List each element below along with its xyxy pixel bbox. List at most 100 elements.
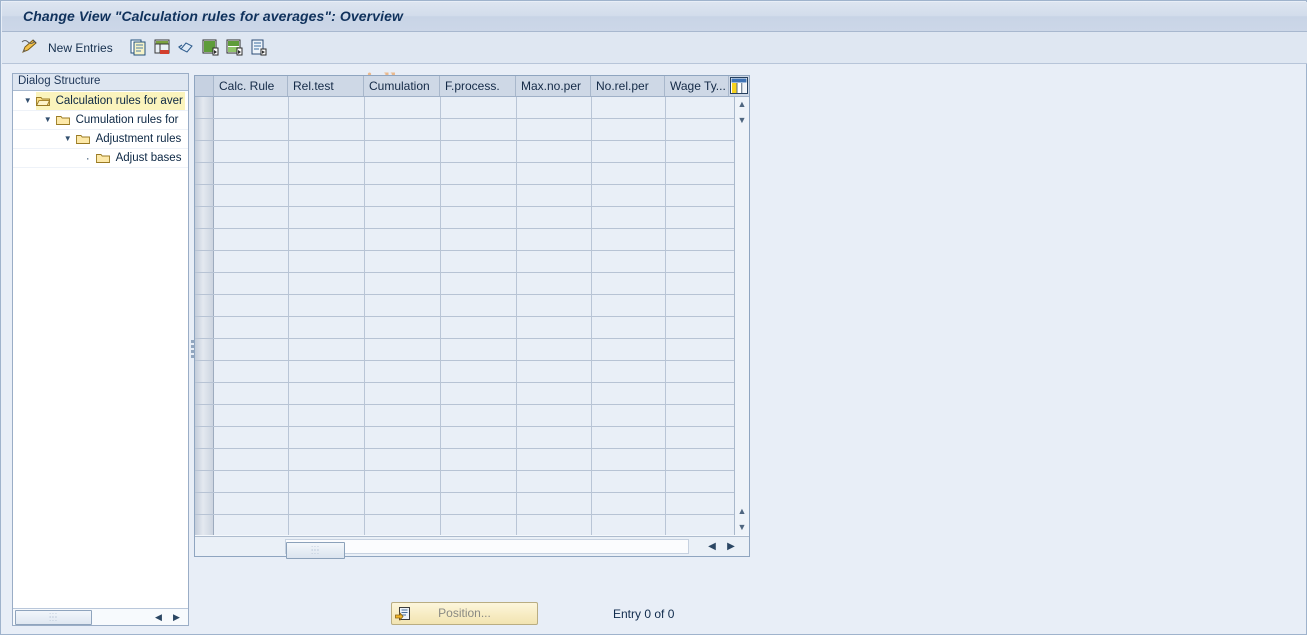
- column-header-rel-test[interactable]: Rel.test: [288, 76, 364, 96]
- table-row[interactable]: [195, 427, 749, 449]
- expander-icon[interactable]: ▼: [22, 92, 33, 110]
- row-select-button[interactable]: [195, 163, 214, 184]
- table-row[interactable]: [195, 97, 749, 119]
- copy-as-icon[interactable]: [129, 38, 148, 57]
- delete-row-icon[interactable]: [153, 38, 172, 57]
- row-select-button[interactable]: [195, 515, 214, 535]
- details-icon[interactable]: [249, 38, 268, 57]
- sidebar-item-adjustment-rules[interactable]: ▼ Adjustment rules: [13, 130, 188, 149]
- row-select-button[interactable]: [195, 141, 214, 162]
- table-row[interactable]: [195, 449, 749, 471]
- sidebar-item-cumulation-rules[interactable]: ▼ Cumulation rules for: [13, 111, 188, 130]
- sidebar-item-adjust-bases[interactable]: · Adjust bases: [13, 149, 188, 168]
- table-scroll-up-arrow[interactable]: ▲: [735, 97, 749, 112]
- new-entries-button[interactable]: New Entries: [48, 41, 113, 55]
- row-select-button[interactable]: [195, 405, 214, 426]
- row-select-button[interactable]: [195, 207, 214, 228]
- cell-divider: [516, 493, 517, 514]
- column-header-cumulation[interactable]: Cumulation: [364, 76, 440, 96]
- table-row[interactable]: [195, 207, 749, 229]
- table-row[interactable]: [195, 383, 749, 405]
- cell-divider: [364, 185, 365, 206]
- sidebar-scroll-right-arrow[interactable]: ▶: [171, 611, 182, 623]
- table-horizontal-scrollbar[interactable]: ◀ ▶ :::::: ◀ ▶: [195, 536, 749, 559]
- table-corner-cell[interactable]: [195, 76, 214, 96]
- table-row[interactable]: [195, 185, 749, 207]
- select-block-icon[interactable]: [225, 38, 244, 57]
- table-hscroll-thumb[interactable]: ::::::: [286, 542, 345, 559]
- row-select-button[interactable]: [195, 185, 214, 206]
- cell-divider: [288, 97, 289, 118]
- cell-divider: [665, 273, 666, 294]
- table-row[interactable]: [195, 119, 749, 141]
- row-select-button[interactable]: [195, 493, 214, 514]
- row-select-button[interactable]: [195, 119, 214, 140]
- entry-status-text: Entry 0 of 0: [613, 607, 675, 621]
- table-row[interactable]: [195, 273, 749, 295]
- cell-divider: [288, 251, 289, 272]
- cell-divider: [288, 515, 289, 535]
- row-select-button[interactable]: [195, 229, 214, 250]
- sidebar-scroll-thumb[interactable]: ::::::: [15, 610, 92, 625]
- row-select-button[interactable]: [195, 339, 214, 360]
- table-row[interactable]: [195, 229, 749, 251]
- row-select-button[interactable]: [195, 361, 214, 382]
- cell-divider: [364, 141, 365, 162]
- cell-divider: [288, 295, 289, 316]
- table-row[interactable]: [195, 317, 749, 339]
- position-button[interactable]: Position...: [391, 602, 538, 625]
- table-hscroll-track[interactable]: ::::::: [285, 539, 689, 559]
- row-select-button[interactable]: [195, 449, 214, 470]
- row-select-button[interactable]: [195, 471, 214, 492]
- table-row[interactable]: [195, 163, 749, 185]
- sidebar-item-calculation-rules[interactable]: ▼ Calculation rules for aver: [13, 92, 188, 111]
- row-select-button[interactable]: [195, 97, 214, 118]
- table-row[interactable]: [195, 405, 749, 427]
- table-row[interactable]: [195, 361, 749, 383]
- row-select-button[interactable]: [195, 383, 214, 404]
- row-select-button[interactable]: [195, 317, 214, 338]
- sidebar-horizontal-scrollbar[interactable]: :::::: ◀ ▶: [13, 608, 188, 625]
- cell-divider: [665, 229, 666, 250]
- table-row[interactable]: [195, 339, 749, 361]
- cell-divider: [516, 295, 517, 316]
- column-header-wage-type[interactable]: Wage Ty...: [665, 76, 728, 96]
- table-row[interactable]: [195, 251, 749, 273]
- table-row[interactable]: [195, 295, 749, 317]
- cell-divider: [516, 383, 517, 404]
- scroll-grip-icon: ::::::: [311, 544, 320, 556]
- table-scroll-down-arrow[interactable]: ▼: [735, 520, 749, 535]
- expander-icon[interactable]: ▼: [62, 130, 73, 148]
- table-scroll-left-arrow-end[interactable]: ◀: [705, 540, 719, 554]
- cell-divider: [516, 119, 517, 140]
- table-settings-icon[interactable]: [728, 76, 749, 96]
- cell-divider: [364, 163, 365, 184]
- cell-divider: [364, 273, 365, 294]
- table-scroll-right-arrow-end[interactable]: ▶: [724, 540, 738, 554]
- table-scroll-page-up-arrow[interactable]: ▼: [735, 113, 749, 128]
- sidebar-scroll-left-arrow[interactable]: ◀: [153, 611, 164, 623]
- undo-icon[interactable]: [177, 38, 196, 57]
- row-select-button[interactable]: [195, 251, 214, 272]
- select-all-icon[interactable]: [201, 38, 220, 57]
- folder-icon: [56, 114, 71, 126]
- column-header-f-process[interactable]: F.process.: [440, 76, 516, 96]
- table-row[interactable]: [195, 471, 749, 493]
- table-vertical-scrollbar[interactable]: ▲ ▼ ▲ ▼: [734, 97, 749, 535]
- display-change-pencil-icon[interactable]: [20, 38, 39, 57]
- cell-divider: [288, 471, 289, 492]
- cell-divider: [288, 163, 289, 184]
- scroll-grip-icon: ::::::: [49, 611, 58, 623]
- cell-divider: [591, 361, 592, 382]
- row-select-button[interactable]: [195, 427, 214, 448]
- column-header-max-no-per[interactable]: Max.no.per: [516, 76, 591, 96]
- table-row[interactable]: [195, 141, 749, 163]
- row-select-button[interactable]: [195, 295, 214, 316]
- column-header-calc-rule[interactable]: Calc. Rule: [214, 76, 288, 96]
- expander-icon[interactable]: ▼: [42, 111, 53, 129]
- table-row[interactable]: [195, 515, 749, 535]
- row-select-button[interactable]: [195, 273, 214, 294]
- column-header-no-rel-per[interactable]: No.rel.per: [591, 76, 665, 96]
- table-scroll-page-down-arrow[interactable]: ▲: [735, 504, 749, 519]
- table-row[interactable]: [195, 493, 749, 515]
